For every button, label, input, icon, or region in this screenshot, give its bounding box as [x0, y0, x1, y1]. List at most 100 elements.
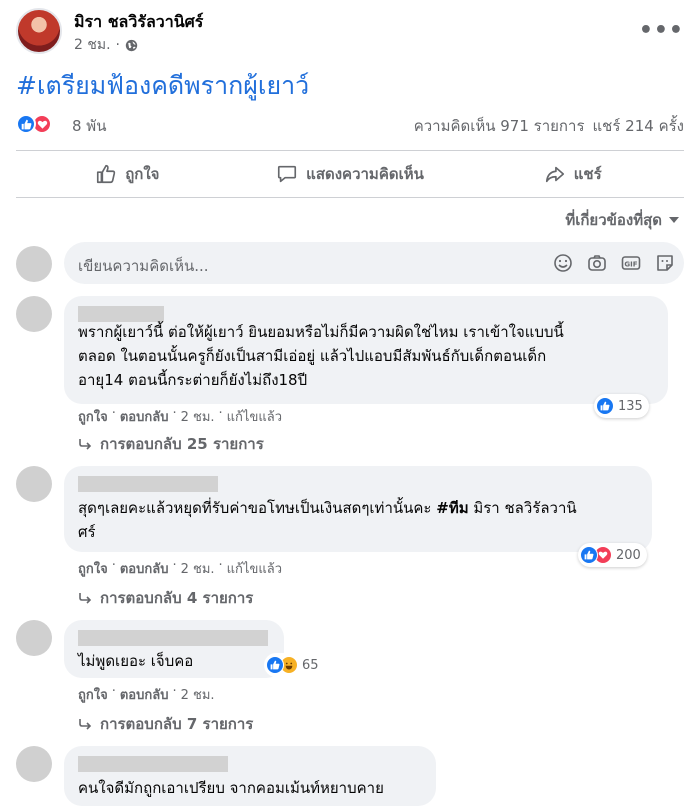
comment-actions: ถูกใจ · ตอบกลับ · 2 ชม. · แก้ไขแล้ว — [78, 558, 282, 579]
comment-time[interactable]: 2 ชม. — [181, 558, 215, 579]
comment-actions: ถูกใจ · ตอบกลับ · 2 ชม. — [78, 684, 215, 705]
reply-arrow-icon — [79, 719, 92, 730]
post-time[interactable]: 2 ชม. — [74, 34, 111, 56]
replies-label: การตอบกลับ 7 รายการ — [100, 715, 254, 733]
share-button[interactable]: แชร์ — [461, 152, 684, 196]
camera-icon[interactable] — [586, 252, 608, 274]
comment-text: ไม่พูดเยอะ เจ็บคอ — [78, 652, 194, 670]
comment-like-button[interactable]: ถูกใจ — [78, 684, 108, 705]
divider-top — [16, 150, 684, 151]
caret-down-icon — [669, 217, 679, 223]
comment-actions: ถูกใจ · ตอบกลับ · 2 ชม. · แก้ไขแล้ว — [78, 406, 282, 427]
reply-arrow-icon — [79, 439, 92, 450]
commenter-avatar[interactable] — [16, 746, 52, 782]
comment-line: ตลอด ในตอนนั้นครูก็ยังเป็นสามีเอ่อยู่ แล… — [78, 347, 547, 365]
comment-like-button[interactable]: ถูกใจ — [78, 406, 108, 427]
comment-item: คนใจดีมักถูกเอาเปรียบ จากคอมเม้นท์หยาบคา… — [16, 746, 684, 809]
comment-text: สุดๆเลยคะแล้วหยุดที่รับค่าขอโทษเป็นเงินส… — [78, 496, 577, 544]
like-reaction-icon — [580, 546, 598, 564]
gif-icon[interactable]: GIF — [620, 252, 642, 274]
comment-count[interactable]: ความคิดเห็น 971 รายการ — [414, 114, 585, 138]
commenter-avatar[interactable] — [16, 296, 52, 332]
author-name[interactable]: มิรา ชลวิรัลวานิศร์ — [74, 10, 203, 35]
comment-bubble: สุดๆเลยคะแล้วหยุดที่รับค่าขอโทษเป็นเงินส… — [64, 466, 652, 552]
like-reaction-icon — [266, 656, 284, 674]
view-replies-button[interactable]: การตอบกลับ 7 รายการ — [78, 712, 253, 736]
share-label: แชร์ — [573, 165, 602, 183]
post-hashtag[interactable]: #เตรียมฟ้องคดีพรากผู้เยาว์ — [16, 66, 309, 106]
comment-label: แสดงความคิดเห็น — [306, 165, 424, 183]
comment-reaction-count: 65 — [302, 657, 319, 673]
redacted-commenter-name[interactable] — [78, 476, 218, 492]
comment-reactions[interactable]: 135 — [594, 394, 649, 418]
sticker-icon[interactable] — [654, 252, 676, 274]
comment-text: พรากผู้เยาว์นี้ ต่อให้ผู้เยาว์ ยินยอมหรื… — [78, 320, 564, 392]
comment-bubble: คนใจดีมักถูกเอาเปรียบ จากคอมเม้นท์หยาบคา… — [64, 746, 436, 806]
sort-label: ที่เกี่ยวข้องที่สุด — [565, 211, 662, 229]
more-options-icon[interactable]: ••• — [639, 18, 684, 43]
like-label: ถูกใจ — [125, 165, 160, 183]
comment-reply-button[interactable]: ตอบกลับ — [120, 684, 169, 705]
comment-reply-button[interactable]: ตอบกลับ — [120, 406, 169, 427]
globe-icon — [125, 39, 138, 51]
reaction-stats: 8 พัน ความคิดเห็น 971 รายการ แชร์ 214 คร… — [16, 112, 684, 138]
comment-reactions[interactable]: 65 — [264, 653, 325, 677]
comment-line: พรากผู้เยาว์นี้ ต่อให้ผู้เยาว์ ยินยอมหรื… — [78, 323, 564, 341]
comment-reply-button[interactable]: ตอบกลับ — [120, 558, 169, 579]
comment-edited: แก้ไขแล้ว — [226, 410, 282, 425]
comment-item: ไม่พูดเยอะ เจ็บคอ 65 ถูกใจ · ตอบกลับ · 2 ช… — [16, 620, 684, 740]
comment-like-button[interactable]: ถูกใจ — [78, 558, 108, 579]
composer-tools: GIF — [552, 252, 676, 274]
speech-bubble-icon — [278, 165, 297, 183]
divider-bottom — [16, 197, 684, 198]
like-reaction-icon — [596, 397, 614, 415]
comment-input[interactable]: เขียนความคิดเห็น... GIF — [64, 242, 684, 284]
comment-line: สุดๆเลยคะแล้วหยุดที่รับค่าขอโทษเป็นเงินส… — [78, 499, 577, 517]
comment-time[interactable]: 2 ชม. — [181, 406, 215, 427]
post-actions: ถูกใจ แสดงความคิดเห็น แชร์ — [16, 152, 684, 196]
comment-reaction-count: 200 — [616, 547, 641, 563]
post-meta: 2 ชม. · — [74, 34, 138, 56]
comment-reactions[interactable]: 200 — [578, 543, 647, 567]
share-count[interactable]: แชร์ 214 ครั้ง — [593, 114, 685, 138]
hashtag-link[interactable]: #ทีม — [436, 499, 468, 517]
comment-text: คนใจดีมักถูกเอาเปรียบ จากคอมเม้นท์หยาบคา… — [78, 779, 384, 797]
redacted-commenter-name[interactable] — [78, 756, 228, 772]
comment-sort-dropdown[interactable]: ที่เกี่ยวข้องที่สุด — [565, 208, 680, 232]
emoji-icon[interactable] — [552, 252, 574, 274]
post-header: มิรา ชลวิรัลวานิศร์ 2 ชม. · ••• — [16, 8, 684, 58]
like-button[interactable]: ถูกใจ — [16, 152, 239, 196]
stats-right: ความคิดเห็น 971 รายการ แชร์ 214 ครั้ง — [414, 114, 684, 138]
share-arrow-icon — [545, 166, 564, 183]
reaction-count[interactable]: 8 พัน — [72, 114, 106, 138]
comment-bubble: ไม่พูดเยอะ เจ็บคอ — [64, 620, 284, 678]
comment-button[interactable]: แสดงความคิดเห็น — [239, 152, 462, 196]
comment-bubble: พรากผู้เยาว์นี้ ต่อให้ผู้เยาว์ ยินยอมหรื… — [64, 296, 668, 404]
thumbs-up-icon — [97, 164, 116, 184]
comment-line: อายุ14 ตอนนี้กระต่ายก็ยังไม่ถึง18ปี — [78, 371, 308, 389]
replies-label: การตอบกลับ 4 รายการ — [100, 589, 254, 607]
meta-separator: · — [115, 37, 120, 53]
reaction-icons — [266, 656, 298, 674]
reaction-icons[interactable] — [16, 114, 52, 134]
comment-placeholder: เขียนความคิดเห็น... — [78, 257, 209, 275]
reaction-icons — [580, 546, 612, 564]
reply-arrow-icon — [79, 593, 92, 604]
like-reaction-icon — [16, 114, 36, 134]
replies-label: การตอบกลับ 25 รายการ — [100, 435, 264, 453]
view-replies-button[interactable]: การตอบกลับ 25 รายการ — [78, 432, 264, 456]
current-user-avatar — [16, 246, 52, 282]
comment-line: ศร์ — [78, 523, 96, 541]
comment-reaction-count: 135 — [618, 398, 643, 414]
comment-composer: เขียนความคิดเห็น... GIF — [16, 242, 684, 286]
comment-time[interactable]: 2 ชม. — [181, 684, 215, 705]
comment-item: สุดๆเลยคะแล้วหยุดที่รับค่าขอโทษเป็นเงินส… — [16, 466, 684, 616]
svg-text:GIF: GIF — [624, 260, 637, 268]
author-avatar[interactable] — [16, 8, 62, 54]
comment-edited: แก้ไขแล้ว — [226, 562, 282, 577]
comment-item: พรากผู้เยาว์นี้ ต่อให้ผู้เยาว์ ยินยอมหรื… — [16, 296, 684, 456]
view-replies-button[interactable]: การตอบกลับ 4 รายการ — [78, 586, 253, 610]
commenter-avatar[interactable] — [16, 620, 52, 656]
redacted-commenter-name[interactable] — [78, 630, 268, 646]
commenter-avatar[interactable] — [16, 466, 52, 502]
